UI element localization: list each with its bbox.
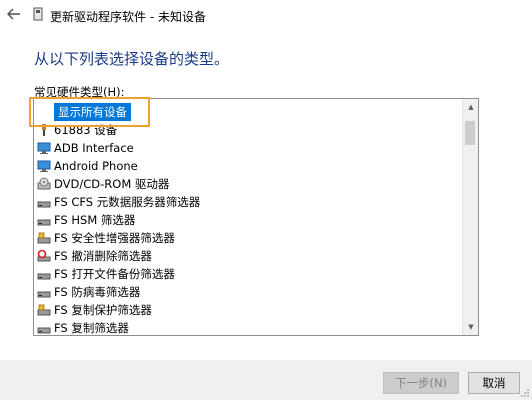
- annotation-highlight-box: [29, 97, 150, 127]
- vertical-scrollbar[interactable]: ▲ ▼: [462, 99, 478, 335]
- disc-drive-icon: [37, 177, 51, 190]
- back-arrow-icon[interactable]: [6, 6, 22, 22]
- list-item-label: FS 防病毒筛选器: [54, 285, 141, 299]
- list-item-label: DVD/CD-ROM 驱动器: [54, 177, 170, 191]
- list-item-label: FS 安全性增强器筛选器: [54, 231, 175, 245]
- scrollbar-thumb[interactable]: [465, 121, 475, 145]
- drive-icon: [37, 327, 51, 334]
- list-item[interactable]: FS CFS 元数据服务器筛选器: [37, 193, 200, 211]
- list-item-label: Android Phone: [54, 159, 138, 173]
- monitor-icon: [37, 160, 51, 172]
- list-item[interactable]: FS 打开文件备份筛选器: [37, 265, 175, 283]
- list-item[interactable]: DVD/CD-ROM 驱动器: [37, 175, 169, 193]
- device-icon: [33, 7, 43, 21]
- scroll-up-icon[interactable]: ▲: [463, 99, 478, 115]
- page-title: 从以下列表选择设备的类型。: [34, 50, 230, 68]
- window-title: 更新驱动程序软件 - 未知设备: [50, 10, 206, 24]
- list-item-label: FS 撤消删除筛选器: [54, 249, 152, 263]
- undelete-icon: [37, 249, 51, 262]
- scroll-down-icon[interactable]: ▼: [463, 319, 478, 335]
- list-item-label: ADB Interface: [54, 141, 134, 155]
- list-item[interactable]: FS 复制保护筛选器: [37, 301, 152, 319]
- list-item-label: FS HSM 筛选器: [54, 213, 136, 227]
- drive-lock-icon: [37, 304, 51, 316]
- drive-icon: [37, 273, 51, 280]
- list-item[interactable]: FS 撤消删除筛选器: [37, 247, 152, 265]
- list-item[interactable]: FS 复制筛选器: [37, 319, 129, 335]
- cancel-button[interactable]: 取消: [468, 372, 520, 394]
- drive-lock-icon: [37, 232, 51, 244]
- drive-icon: [37, 219, 51, 226]
- resize-grip-icon[interactable]: [520, 388, 530, 398]
- list-item-label: FS 复制保护筛选器: [54, 303, 152, 317]
- list-item[interactable]: Android Phone: [37, 157, 138, 175]
- monitor-icon: [37, 142, 51, 154]
- hardware-type-list[interactable]: 显示所有设备 61883 设备 ADB Interface Android Ph…: [33, 98, 479, 336]
- list-item-label: FS 复制筛选器: [54, 321, 129, 335]
- list-item[interactable]: FS 防病毒筛选器: [37, 283, 140, 301]
- drive-icon: [37, 291, 51, 298]
- next-button[interactable]: 下一步(N): [383, 372, 459, 394]
- list-item[interactable]: FS HSM 筛选器: [37, 211, 135, 229]
- list-item[interactable]: ADB Interface: [37, 139, 134, 157]
- title-bar: 更新驱动程序软件 - 未知设备: [0, 0, 532, 30]
- list-item-label: FS CFS 元数据服务器筛选器: [54, 195, 201, 209]
- list-item-label: FS 打开文件备份筛选器: [54, 267, 175, 281]
- list-item[interactable]: FS 安全性增强器筛选器: [37, 229, 175, 247]
- drive-icon: [37, 201, 51, 208]
